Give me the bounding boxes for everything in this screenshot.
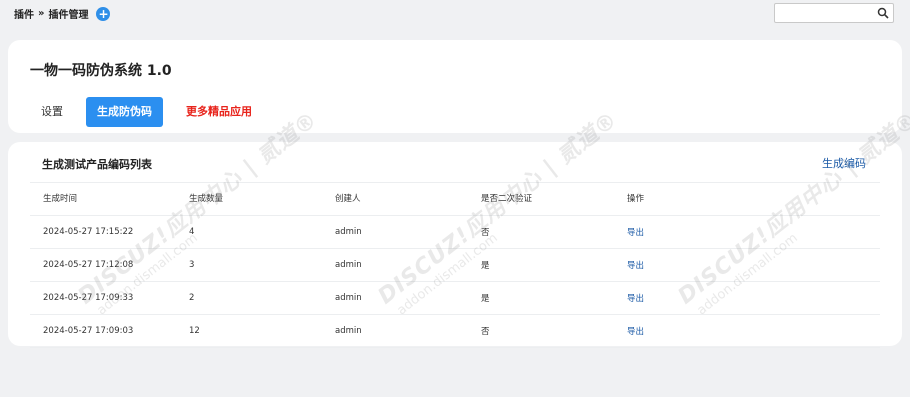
export-link[interactable]: 导出 xyxy=(614,215,880,249)
cell-count: 2 xyxy=(176,281,322,315)
generate-code-link[interactable]: 生成编码 xyxy=(822,155,866,171)
cell-second-verify: 否 xyxy=(468,215,614,249)
cell-second-verify: 否 xyxy=(468,314,614,348)
cell-creator: admin xyxy=(322,314,468,348)
cell-count: 3 xyxy=(176,248,322,282)
cell-creator: admin xyxy=(322,281,468,315)
search-box xyxy=(774,3,894,26)
export-link[interactable]: 导出 xyxy=(614,314,880,348)
tab-generate-code[interactable]: 生成防伪码 xyxy=(86,97,163,127)
table-row: 2024-05-27 17:09:33 2 admin 是 导出 xyxy=(30,281,880,315)
tab-bar: 设置 生成防伪码 更多精品应用 xyxy=(30,97,263,127)
table-header-row: 生成时间 生成数量 创建人 是否二次验证 操作 xyxy=(30,182,880,216)
cell-creator: admin xyxy=(322,248,468,282)
search-input[interactable] xyxy=(775,7,875,26)
list-title: 生成测试产品编码列表 xyxy=(42,158,152,171)
page-title: 一物一码防伪系统 1.0 xyxy=(30,63,172,79)
cell-time: 2024-05-27 17:15:22 xyxy=(30,215,176,249)
column-header-creator: 创建人 xyxy=(322,182,468,216)
cell-creator: admin xyxy=(322,215,468,249)
cell-count: 4 xyxy=(176,215,322,249)
search-icon[interactable] xyxy=(877,7,889,19)
export-link[interactable]: 导出 xyxy=(614,281,880,315)
tab-settings[interactable]: 设置 xyxy=(30,97,74,127)
cell-count: 12 xyxy=(176,314,322,348)
cell-second-verify: 是 xyxy=(468,248,614,282)
table-row: 2024-05-27 17:15:22 4 admin 否 导出 xyxy=(30,215,880,249)
breadcrumb-root[interactable]: 插件 xyxy=(14,6,34,21)
column-header-count: 生成数量 xyxy=(176,182,322,216)
table-row: 2024-05-27 17:09:03 12 admin 否 导出 xyxy=(30,314,880,348)
top-bar: 插件 » 插件管理 + xyxy=(0,0,910,28)
export-link[interactable]: 导出 xyxy=(614,248,880,282)
column-header-second-verify: 是否二次验证 xyxy=(468,182,614,216)
breadcrumb-separator: » xyxy=(38,8,45,19)
column-header-time: 生成时间 xyxy=(30,182,176,216)
cell-time: 2024-05-27 17:09:33 xyxy=(30,281,176,315)
cell-second-verify: 是 xyxy=(468,281,614,315)
cell-time: 2024-05-27 17:12:08 xyxy=(30,248,176,282)
plus-circle-icon[interactable]: + xyxy=(96,6,111,21)
code-table: 生成时间 生成数量 创建人 是否二次验证 操作 2024-05-27 17:15… xyxy=(30,182,880,348)
tab-more-apps[interactable]: 更多精品应用 xyxy=(175,97,263,127)
breadcrumb-current: 插件管理 xyxy=(48,10,89,21)
app-header-card: 一物一码防伪系统 1.0 设置 生成防伪码 更多精品应用 xyxy=(8,40,902,133)
breadcrumb: 插件 » 插件管理 + xyxy=(14,6,111,21)
code-list-card: 生成测试产品编码列表 生成编码 生成时间 生成数量 创建人 是否二次验证 操作 … xyxy=(8,142,902,348)
cell-time: 2024-05-27 17:09:03 xyxy=(30,314,176,348)
table-row: 2024-05-27 17:12:08 3 admin 是 导出 xyxy=(30,248,880,282)
column-header-action: 操作 xyxy=(614,182,880,216)
